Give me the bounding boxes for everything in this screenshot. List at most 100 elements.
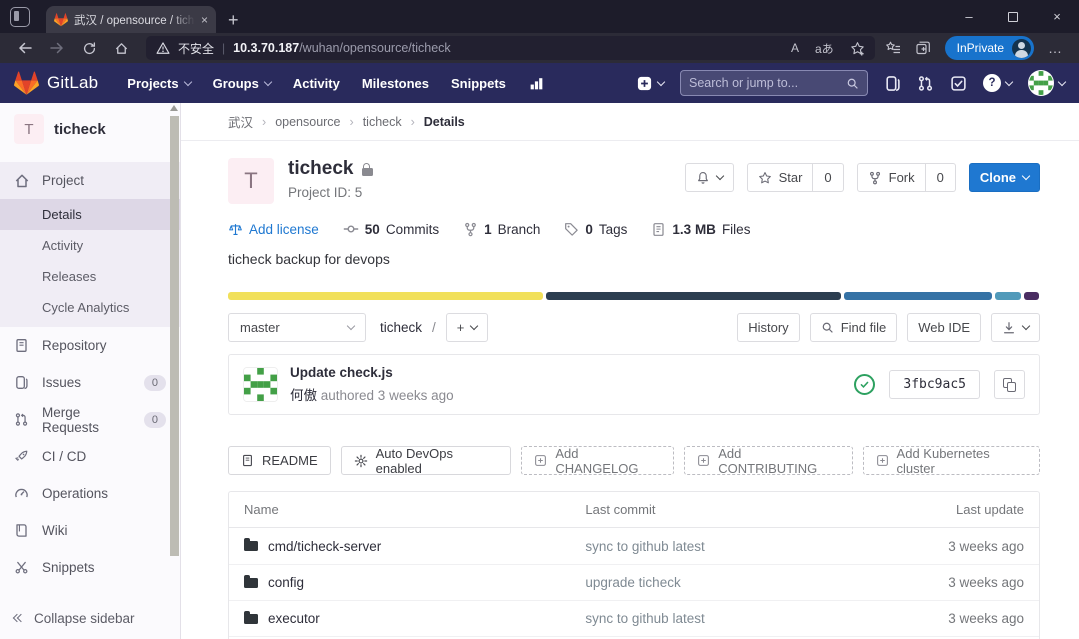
favorites-bar-icon[interactable] bbox=[885, 40, 901, 56]
breadcrumb-link[interactable]: 武汉 bbox=[228, 112, 253, 131]
commit-message-link[interactable]: sync to github latest bbox=[585, 611, 889, 626]
minimize-button[interactable]: – bbox=[947, 0, 991, 33]
add-license-link[interactable]: Add license bbox=[228, 222, 319, 237]
sidebar-item-cycle-analytics[interactable]: Cycle Analytics bbox=[0, 292, 180, 323]
sidebar-item-details[interactable]: Details bbox=[0, 199, 180, 230]
web-ide-button[interactable]: Web IDE bbox=[907, 313, 981, 342]
gitlab-logo[interactable]: GitLab bbox=[14, 71, 98, 96]
nav-groups[interactable]: Groups bbox=[202, 63, 282, 103]
inprivate-badge[interactable]: InPrivate bbox=[945, 36, 1034, 60]
sidebar-item-repository[interactable]: Repository bbox=[0, 327, 180, 364]
add-favorite-icon[interactable] bbox=[850, 41, 865, 56]
sidebar-item-ci-cd[interactable]: CI / CD bbox=[0, 438, 180, 475]
clone-button[interactable]: Clone bbox=[969, 163, 1040, 192]
find-file-button[interactable]: Find file bbox=[810, 313, 898, 342]
folder-link[interactable]: cmd/ticheck-server bbox=[268, 539, 381, 554]
language-bar[interactable] bbox=[228, 292, 1040, 300]
issues-nav-button[interactable] bbox=[884, 75, 901, 92]
scrollbar-thumb[interactable] bbox=[170, 116, 179, 556]
nav-activity[interactable]: Activity bbox=[282, 63, 351, 103]
download-button[interactable] bbox=[991, 313, 1040, 342]
sidebar-item-operations[interactable]: Operations bbox=[0, 475, 180, 512]
tags-link[interactable]: 0Tags bbox=[564, 222, 627, 237]
folder-link[interactable]: executor bbox=[268, 611, 320, 626]
scroll-up-arrow-icon[interactable] bbox=[170, 105, 178, 111]
browser-menu-icon[interactable]: … bbox=[1048, 40, 1063, 56]
breadcrumb-separator: › bbox=[350, 115, 354, 129]
breadcrumb-link[interactable]: opensource bbox=[275, 115, 340, 129]
url-text[interactable]: 10.3.70.187/wuhan/opensource/ticheck bbox=[233, 41, 451, 55]
sidebar-scrollbar[interactable] bbox=[168, 103, 180, 639]
readme-button[interactable]: README bbox=[228, 446, 331, 475]
not-secure-warning-icon bbox=[156, 41, 170, 55]
commit-author-link[interactable]: 何傲 bbox=[290, 388, 317, 403]
sidebar-item-releases[interactable]: Releases bbox=[0, 261, 180, 292]
files-link[interactable]: 1.3 MBFiles bbox=[651, 222, 750, 237]
help-menu-button[interactable]: ? bbox=[983, 74, 1012, 92]
sidebar-item-wiki[interactable]: Wiki bbox=[0, 512, 180, 549]
collapse-sidebar-button[interactable]: Collapse sidebar bbox=[0, 596, 180, 639]
sidebar-item-snippets[interactable]: Snippets bbox=[0, 549, 180, 586]
folder-link[interactable]: config bbox=[268, 575, 304, 590]
sidebar-item-project[interactable]: Project bbox=[0, 162, 180, 199]
add-contributing-button[interactable]: Add CONTRIBUTING bbox=[684, 446, 852, 475]
new-tab-button[interactable]: + bbox=[228, 11, 239, 29]
repo-path[interactable]: ticheck bbox=[380, 320, 422, 335]
table-row[interactable]: config upgrade ticheck 3 weeks ago bbox=[229, 564, 1039, 600]
project-id: Project ID: 5 bbox=[288, 185, 373, 200]
browser-tab[interactable]: 武汉 / opensource / ticheck · Git × bbox=[46, 6, 216, 33]
forward-button[interactable] bbox=[42, 36, 72, 60]
sidebar-item-issues[interactable]: Issues 0 bbox=[0, 364, 180, 401]
add-changelog-button[interactable]: Add CHANGELOG bbox=[521, 446, 674, 475]
sidebar-project-header[interactable]: T ticheck bbox=[0, 103, 180, 154]
refresh-button[interactable] bbox=[74, 36, 104, 60]
sidebar-item-merge-requests[interactable]: Merge Requests 0 bbox=[0, 401, 180, 438]
maximize-button[interactable] bbox=[991, 0, 1035, 33]
notification-button[interactable] bbox=[685, 163, 734, 192]
branches-link[interactable]: 1Branch bbox=[463, 222, 540, 237]
star-count[interactable]: 0 bbox=[813, 163, 843, 192]
read-aloud-icon[interactable]: A bbox=[791, 41, 799, 55]
table-row[interactable]: cmd/ticheck-server sync to github latest… bbox=[229, 528, 1039, 564]
home-button[interactable] bbox=[106, 36, 136, 60]
todos-nav-button[interactable] bbox=[950, 75, 967, 92]
tab-close-icon[interactable]: × bbox=[201, 13, 208, 27]
commit-message-link[interactable]: Update check.js bbox=[290, 365, 454, 380]
user-menu-button[interactable] bbox=[1028, 70, 1065, 96]
star-button[interactable]: Star bbox=[747, 163, 814, 192]
commit-message-link[interactable]: sync to github latest bbox=[585, 539, 889, 554]
back-button[interactable] bbox=[10, 36, 40, 60]
address-bar[interactable]: 不安全 | 10.3.70.187/wuhan/opensource/tiche… bbox=[146, 36, 875, 60]
translate-icon[interactable]: aあ bbox=[815, 40, 834, 57]
add-kubernetes-cluster-button[interactable]: Add Kubernetes cluster bbox=[863, 446, 1040, 475]
merge-requests-nav-button[interactable] bbox=[917, 75, 934, 92]
breadcrumb-link[interactable]: ticheck bbox=[363, 115, 402, 129]
commit-sha[interactable]: 3fbc9ac5 bbox=[889, 370, 980, 399]
sidebar-item-activity[interactable]: Activity bbox=[0, 230, 180, 261]
copy-sha-button[interactable] bbox=[994, 370, 1025, 399]
pipeline-status-icon[interactable] bbox=[854, 374, 875, 395]
table-row[interactable]: executor sync to github latest 3 weeks a… bbox=[229, 600, 1039, 636]
auto-devops-button[interactable]: Auto DevOps enabled bbox=[341, 446, 512, 475]
security-label[interactable]: 不安全 bbox=[178, 40, 214, 57]
fork-button[interactable]: Fork bbox=[857, 163, 926, 192]
new-menu-button[interactable] bbox=[636, 75, 664, 92]
commit-message-link[interactable]: upgrade ticheck bbox=[585, 575, 889, 590]
add-file-button[interactable]: + bbox=[446, 313, 489, 342]
collections-icon[interactable] bbox=[915, 40, 931, 56]
tab-preview-icon[interactable] bbox=[10, 7, 30, 27]
nav-milestones[interactable]: Milestones bbox=[351, 63, 440, 103]
browser-toolbar: 不安全 | 10.3.70.187/wuhan/opensource/tiche… bbox=[0, 33, 1079, 63]
search-input[interactable] bbox=[689, 76, 846, 90]
close-window-button[interactable]: × bbox=[1035, 0, 1079, 33]
branch-selector[interactable]: master bbox=[228, 313, 366, 342]
nav-projects[interactable]: Projects bbox=[116, 63, 201, 103]
nav-chart-button[interactable] bbox=[517, 63, 556, 103]
fork-count[interactable]: 0 bbox=[926, 163, 956, 192]
window-controls: – × bbox=[947, 0, 1079, 33]
history-button[interactable]: History bbox=[737, 313, 799, 342]
commits-link[interactable]: 50Commits bbox=[343, 221, 439, 237]
nav-snippets[interactable]: Snippets bbox=[440, 63, 517, 103]
search-box[interactable] bbox=[680, 70, 868, 96]
commit-author-identicon[interactable] bbox=[243, 367, 278, 402]
